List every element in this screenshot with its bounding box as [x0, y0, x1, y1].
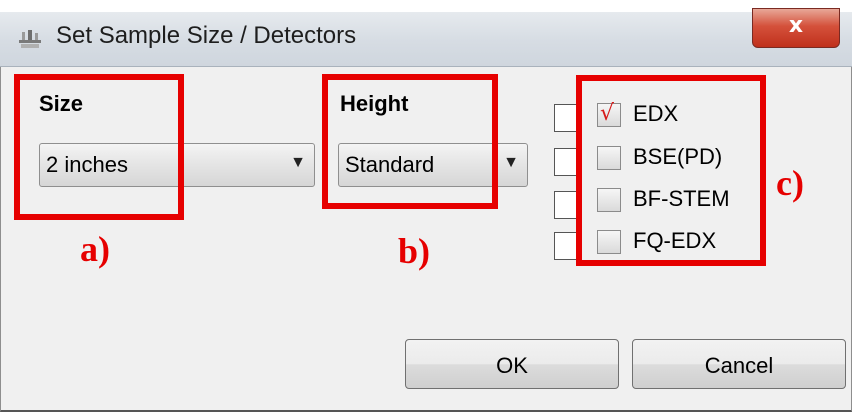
window-title: Set Sample Size / Detectors	[56, 22, 357, 49]
annotation-box-b	[322, 74, 498, 209]
annotation-label-a: a)	[80, 229, 110, 269]
cancel-button[interactable]: Cancel	[632, 339, 846, 389]
annotation-label-b: b)	[398, 231, 431, 271]
annotation-box-c	[576, 75, 766, 266]
chevron-down-icon: ▼	[503, 154, 519, 171]
app-icon	[19, 30, 41, 48]
ok-button[interactable]: OK	[405, 339, 619, 389]
close-icon: x	[788, 13, 804, 38]
annotation-box-a	[14, 74, 184, 220]
close-button[interactable]: x	[752, 8, 840, 48]
chevron-down-icon: ▼	[290, 154, 306, 171]
annotation-label-c: c)	[776, 163, 804, 203]
title-bar[interactable]: Set Sample Size / Detectors x	[0, 8, 852, 67]
cancel-button-label: Cancel	[704, 353, 774, 378]
ok-button-label: OK	[496, 353, 528, 378]
